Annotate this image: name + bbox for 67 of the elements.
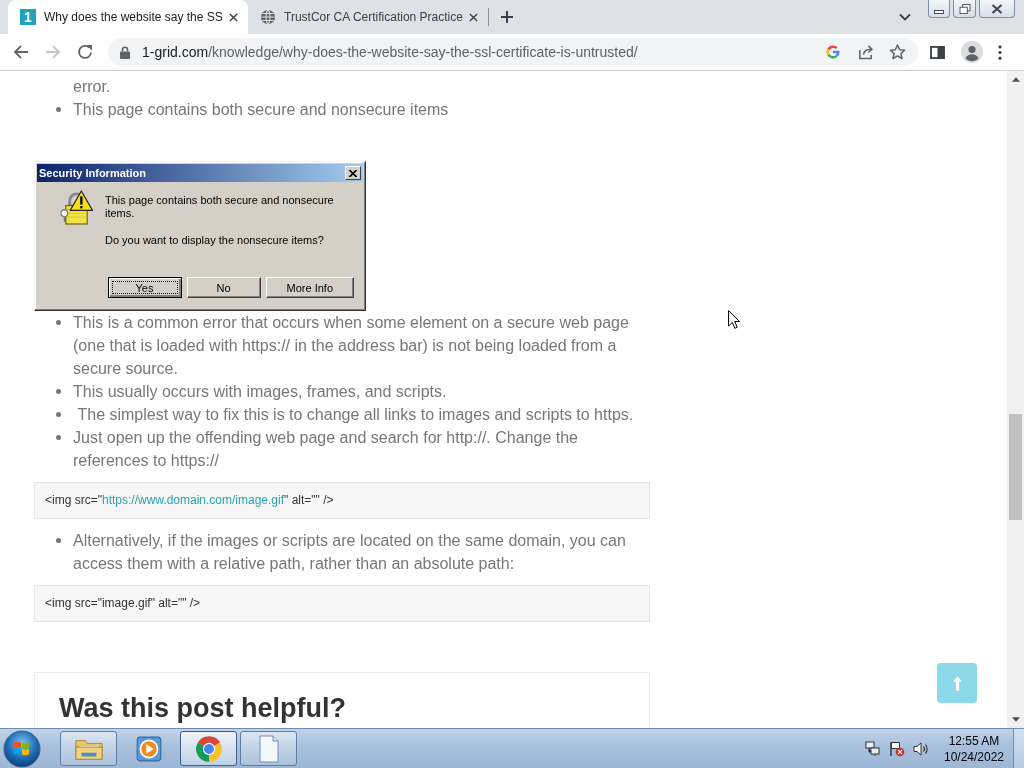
scrollbar-track[interactable] (1007, 71, 1024, 728)
bullet-icon (56, 320, 61, 325)
dialog-button[interactable]: No (186, 277, 261, 298)
close-icon (991, 3, 1003, 14)
star-icon[interactable] (889, 44, 906, 60)
bullet-icon (56, 435, 61, 440)
profile-avatar-icon[interactable] (961, 41, 983, 63)
show-desktop-button[interactable] (1013, 729, 1024, 768)
chrome-icon (194, 734, 223, 763)
scroll-down-icon[interactable] (1011, 717, 1020, 722)
card-heading: Was this post helpful? (59, 693, 347, 723)
dialog-question: Do you want to display the nonsecure items? (105, 234, 325, 247)
taskbar-button[interactable] (180, 731, 237, 766)
address-field[interactable]: 1-grid.com/knowledge/why-does-the-website-say-the-ssl-certificate-is-untrusted/ (108, 38, 918, 66)
bullet-icon (56, 538, 61, 543)
side-panel-icon[interactable] (930, 45, 945, 59)
start-orb-icon[interactable] (3, 729, 41, 768)
close-window-button[interactable] (979, 0, 1015, 18)
plus-icon[interactable] (501, 11, 513, 23)
restore-icon (958, 3, 971, 14)
media-player-icon (134, 734, 163, 763)
browser-tab[interactable]: TrustCor CA Certification Practice (248, 0, 488, 34)
dialog-title: Security Information (39, 166, 147, 180)
close-icon[interactable] (228, 12, 238, 22)
volume-icon[interactable] (913, 740, 929, 757)
minimize-icon (934, 9, 944, 14)
g-logo-icon[interactable] (825, 44, 841, 60)
network-icon[interactable] (865, 740, 881, 757)
scroll-up-icon[interactable] (1011, 77, 1020, 82)
clock-date[interactable]: 10/24/2022 (943, 748, 1005, 765)
menu-icon[interactable] (998, 44, 1002, 60)
clock-time[interactable]: 12:55 AM (948, 732, 1000, 749)
list-item-text: This usually occurs with images, frames, and scripts. (73, 382, 448, 402)
list-item-text: This page contains both secure and nonsecure items (73, 100, 450, 120)
code-text: <img src="https://www.domain.com/image.gif" alt="" /> (45, 493, 334, 508)
dialog-button[interactable]: Yes (107, 277, 182, 298)
restore-button[interactable] (953, 0, 976, 18)
list-item-text: The simplest way to fix this is to change all links to images and scripts to https. (76, 405, 635, 425)
list-item-text: error. (72, 77, 112, 97)
scrollbar-thumb[interactable] (1009, 414, 1022, 520)
back-icon[interactable] (13, 44, 29, 60)
list-item-text: This is a common error that occurs when some element on a secure web page (one that is loaded with https:// in the address bar) is not being loaded from a secure source. (73, 313, 630, 379)
lock-warning-icon (60, 190, 93, 225)
dialog-message: This page contains both secure and nonsecure items. (105, 194, 335, 219)
chevron-down-icon[interactable] (899, 13, 911, 21)
mouse-pointer-icon (728, 310, 740, 329)
arrow-up-icon (952, 675, 962, 691)
dialog-close-button[interactable] (345, 166, 361, 180)
list-item-text: Alternatively, if the images or scripts are located on the same domain, you can access them with a relative path, rather than an absolute path: (73, 531, 627, 574)
close-icon[interactable] (468, 12, 478, 22)
bullet-icon (56, 412, 61, 417)
globe-icon (260, 9, 276, 25)
minimize-button[interactable] (928, 0, 950, 18)
taskbar-button[interactable] (60, 731, 117, 766)
close-icon (349, 169, 357, 177)
code-text: <img src="image.gif" alt="" /> (45, 596, 201, 611)
reload-icon[interactable] (77, 44, 93, 60)
browser-tab[interactable]: 1 Why does the website say the SS (8, 0, 248, 34)
lock-icon (120, 45, 130, 59)
bullet-icon (56, 107, 61, 112)
flag-icon[interactable] (889, 740, 905, 757)
site-logo: 1 (20, 9, 36, 25)
list-item-text: Just open up the offending web page and search for http://. Change the references to https:// (73, 428, 579, 471)
bullet-icon (56, 389, 61, 394)
taskbar-button[interactable] (240, 731, 297, 766)
share-icon[interactable] (857, 44, 874, 60)
dialog-button[interactable]: More Info (265, 277, 354, 298)
